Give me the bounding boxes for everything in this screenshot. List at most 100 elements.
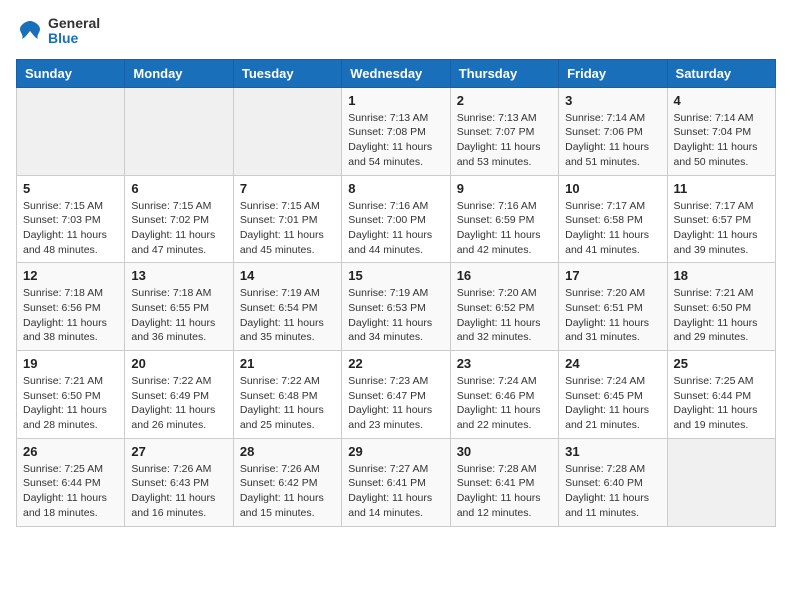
day-info: Sunrise: 7:26 AM Sunset: 6:43 PM Dayligh… (131, 462, 226, 521)
calendar-week-row: 19 Sunrise: 7:21 AM Sunset: 6:50 PM Dayli… (17, 351, 776, 439)
calendar-cell: 25 Sunrise: 7:25 AM Sunset: 6:44 PM Dayli… (667, 351, 775, 439)
day-number: 12 (23, 268, 118, 283)
day-of-week-header: Sunday (17, 59, 125, 87)
day-info: Sunrise: 7:23 AM Sunset: 6:47 PM Dayligh… (348, 374, 443, 433)
day-info: Sunrise: 7:19 AM Sunset: 6:54 PM Dayligh… (240, 286, 335, 345)
logo: General Blue (16, 16, 100, 47)
day-info: Sunrise: 7:15 AM Sunset: 7:02 PM Dayligh… (131, 199, 226, 258)
day-number: 21 (240, 356, 335, 371)
logo-bird-icon (16, 17, 44, 45)
calendar-cell: 7 Sunrise: 7:15 AM Sunset: 7:01 PM Daylig… (233, 175, 341, 263)
day-info: Sunrise: 7:15 AM Sunset: 7:03 PM Dayligh… (23, 199, 118, 258)
day-info: Sunrise: 7:22 AM Sunset: 6:49 PM Dayligh… (131, 374, 226, 433)
calendar-cell: 1 Sunrise: 7:13 AM Sunset: 7:08 PM Daylig… (342, 87, 450, 175)
day-of-week-header: Monday (125, 59, 233, 87)
calendar-cell: 18Sunrise: 7:21 AM Sunset: 6:50 PM Dayli… (667, 263, 775, 351)
day-number: 24 (565, 356, 660, 371)
day-number: 11 (674, 181, 769, 196)
calendar-cell (667, 438, 775, 526)
day-info: Sunrise: 7:18 AM Sunset: 6:55 PM Dayligh… (131, 286, 226, 345)
day-of-week-header: Thursday (450, 59, 558, 87)
calendar-cell: 21 Sunrise: 7:22 AM Sunset: 6:48 PM Dayli… (233, 351, 341, 439)
day-info: Sunrise: 7:20 AM Sunset: 6:51 PM Dayligh… (565, 286, 660, 345)
calendar-cell: 13 Sunrise: 7:18 AM Sunset: 6:55 PM Dayli… (125, 263, 233, 351)
day-info: Sunrise: 7:17 AM Sunset: 6:58 PM Dayligh… (565, 199, 660, 258)
day-number: 19 (23, 356, 118, 371)
calendar-cell: 30 Sunrise: 7:28 AM Sunset: 6:41 PM Dayli… (450, 438, 558, 526)
day-number: 29 (348, 444, 443, 459)
day-of-week-header: Wednesday (342, 59, 450, 87)
day-info: Sunrise: 7:24 AM Sunset: 6:46 PM Dayligh… (457, 374, 552, 433)
calendar-cell (125, 87, 233, 175)
page-header: General Blue (16, 16, 776, 47)
calendar-table: SundayMondayTuesdayWednesdayThursdayFrid… (16, 59, 776, 527)
calendar-cell (17, 87, 125, 175)
day-of-week-header: Tuesday (233, 59, 341, 87)
day-info: Sunrise: 7:22 AM Sunset: 6:48 PM Dayligh… (240, 374, 335, 433)
day-number: 23 (457, 356, 552, 371)
day-info: Sunrise: 7:27 AM Sunset: 6:41 PM Dayligh… (348, 462, 443, 521)
day-number: 16 (457, 268, 552, 283)
day-number: 17 (565, 268, 660, 283)
calendar-cell: 11Sunrise: 7:17 AM Sunset: 6:57 PM Dayli… (667, 175, 775, 263)
day-number: 3 (565, 93, 660, 108)
day-number: 5 (23, 181, 118, 196)
calendar-cell: 22Sunrise: 7:23 AM Sunset: 6:47 PM Dayli… (342, 351, 450, 439)
calendar-cell: 24 Sunrise: 7:24 AM Sunset: 6:45 PM Dayli… (559, 351, 667, 439)
day-info: Sunrise: 7:15 AM Sunset: 7:01 PM Dayligh… (240, 199, 335, 258)
day-number: 31 (565, 444, 660, 459)
calendar-cell: 2Sunrise: 7:13 AM Sunset: 7:07 PM Daylig… (450, 87, 558, 175)
day-info: Sunrise: 7:16 AM Sunset: 6:59 PM Dayligh… (457, 199, 552, 258)
calendar-cell: 19 Sunrise: 7:21 AM Sunset: 6:50 PM Dayli… (17, 351, 125, 439)
day-of-week-header: Friday (559, 59, 667, 87)
day-number: 1 (348, 93, 443, 108)
day-info: Sunrise: 7:13 AM Sunset: 7:08 PM Dayligh… (348, 111, 443, 170)
calendar-cell: 10 Sunrise: 7:17 AM Sunset: 6:58 PM Dayli… (559, 175, 667, 263)
day-number: 30 (457, 444, 552, 459)
calendar-cell (233, 87, 341, 175)
calendar-week-row: 26 Sunrise: 7:25 AM Sunset: 6:44 PM Dayli… (17, 438, 776, 526)
day-number: 10 (565, 181, 660, 196)
day-info: Sunrise: 7:24 AM Sunset: 6:45 PM Dayligh… (565, 374, 660, 433)
calendar-header-row: SundayMondayTuesdayWednesdayThursdayFrid… (17, 59, 776, 87)
day-number: 4 (674, 93, 769, 108)
day-number: 8 (348, 181, 443, 196)
day-info: Sunrise: 7:25 AM Sunset: 6:44 PM Dayligh… (674, 374, 769, 433)
calendar-cell: 6 Sunrise: 7:15 AM Sunset: 7:02 PM Daylig… (125, 175, 233, 263)
day-info: Sunrise: 7:26 AM Sunset: 6:42 PM Dayligh… (240, 462, 335, 521)
calendar-cell: 5 Sunrise: 7:15 AM Sunset: 7:03 PM Daylig… (17, 175, 125, 263)
day-number: 14 (240, 268, 335, 283)
day-info: Sunrise: 7:19 AM Sunset: 6:53 PM Dayligh… (348, 286, 443, 345)
day-number: 6 (131, 181, 226, 196)
calendar-cell: 8 Sunrise: 7:16 AM Sunset: 7:00 PM Daylig… (342, 175, 450, 263)
day-number: 20 (131, 356, 226, 371)
calendar-cell: 27 Sunrise: 7:26 AM Sunset: 6:43 PM Dayli… (125, 438, 233, 526)
calendar-cell: 26 Sunrise: 7:25 AM Sunset: 6:44 PM Dayli… (17, 438, 125, 526)
calendar-week-row: 5 Sunrise: 7:15 AM Sunset: 7:03 PM Daylig… (17, 175, 776, 263)
calendar-cell: 14 Sunrise: 7:19 AM Sunset: 6:54 PM Dayli… (233, 263, 341, 351)
calendar-cell: 3 Sunrise: 7:14 AM Sunset: 7:06 PM Daylig… (559, 87, 667, 175)
day-info: Sunrise: 7:14 AM Sunset: 7:06 PM Dayligh… (565, 111, 660, 170)
calendar-cell: 20 Sunrise: 7:22 AM Sunset: 6:49 PM Dayli… (125, 351, 233, 439)
calendar-cell: 28Sunrise: 7:26 AM Sunset: 6:42 PM Dayli… (233, 438, 341, 526)
calendar-cell: 31 Sunrise: 7:28 AM Sunset: 6:40 PM Dayli… (559, 438, 667, 526)
calendar-cell: 4 Sunrise: 7:14 AM Sunset: 7:04 PM Daylig… (667, 87, 775, 175)
day-info: Sunrise: 7:28 AM Sunset: 6:40 PM Dayligh… (565, 462, 660, 521)
calendar-week-row: 1 Sunrise: 7:13 AM Sunset: 7:08 PM Daylig… (17, 87, 776, 175)
calendar-cell: 16Sunrise: 7:20 AM Sunset: 6:52 PM Dayli… (450, 263, 558, 351)
day-number: 2 (457, 93, 552, 108)
day-number: 7 (240, 181, 335, 196)
day-info: Sunrise: 7:25 AM Sunset: 6:44 PM Dayligh… (23, 462, 118, 521)
day-info: Sunrise: 7:21 AM Sunset: 6:50 PM Dayligh… (23, 374, 118, 433)
calendar-cell: 15Sunrise: 7:19 AM Sunset: 6:53 PM Dayli… (342, 263, 450, 351)
day-number: 13 (131, 268, 226, 283)
day-number: 27 (131, 444, 226, 459)
day-number: 25 (674, 356, 769, 371)
calendar-cell: 12Sunrise: 7:18 AM Sunset: 6:56 PM Dayli… (17, 263, 125, 351)
day-info: Sunrise: 7:16 AM Sunset: 7:00 PM Dayligh… (348, 199, 443, 258)
day-number: 26 (23, 444, 118, 459)
day-number: 9 (457, 181, 552, 196)
calendar-cell: 17 Sunrise: 7:20 AM Sunset: 6:51 PM Dayli… (559, 263, 667, 351)
day-info: Sunrise: 7:28 AM Sunset: 6:41 PM Dayligh… (457, 462, 552, 521)
day-info: Sunrise: 7:14 AM Sunset: 7:04 PM Dayligh… (674, 111, 769, 170)
